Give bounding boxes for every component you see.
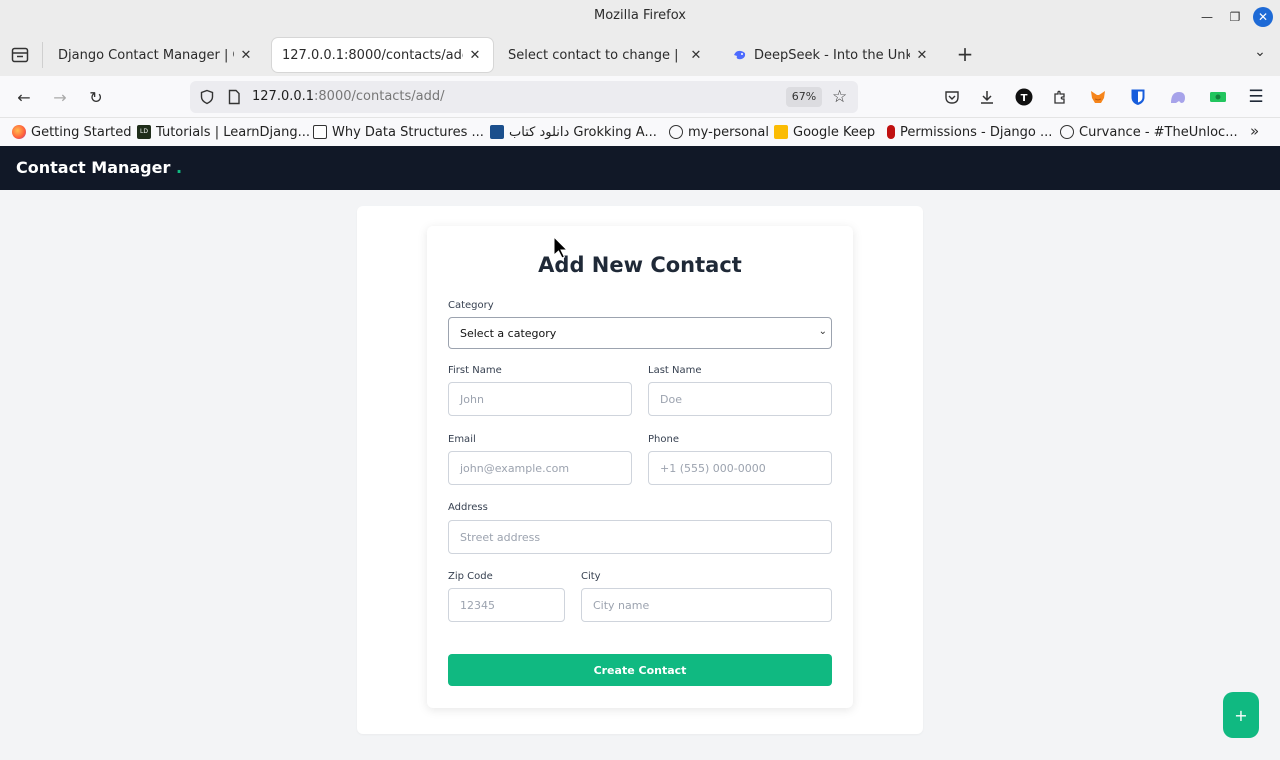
phone-label: Phone <box>648 434 679 445</box>
bookmark-curvance[interactable]: Curvance - #TheUnloc... <box>1060 123 1238 141</box>
svg-text:T: T <box>1021 93 1028 104</box>
city-field[interactable]: City name <box>581 588 832 622</box>
bookmark-grokking[interactable]: دانلود کتاب Grokking A... <box>490 123 657 141</box>
extensions-icon[interactable] <box>1049 86 1071 108</box>
firefox-icon <box>12 125 26 139</box>
close-tab-icon[interactable]: ✕ <box>467 48 483 63</box>
bookmark-label: my-personal <box>688 124 769 140</box>
zip-code-field[interactable]: 12345 <box>448 588 565 622</box>
email-label: Email <box>448 434 476 445</box>
money-extension-icon[interactable] <box>1207 86 1229 108</box>
bookmark-data-structures[interactable]: Why Data Structures ... <box>313 123 484 141</box>
bookmark-label: Tutorials | LearnDjang... <box>156 124 311 140</box>
tab-deepseek[interactable]: DeepSeek - Into the Unknow ✕ <box>722 38 940 72</box>
forward-icon[interactable]: → <box>49 86 71 108</box>
bookmark-label: دانلود کتاب Grokking A... <box>509 124 657 140</box>
tab-label: DeepSeek - Into the Unknow <box>754 47 910 63</box>
email-field[interactable]: john@example.com <box>448 451 632 485</box>
site-header: Contact Manager . <box>0 146 1280 190</box>
bookmark-label: Permissions - Django ... <box>900 124 1053 140</box>
firefox-view-icon[interactable] <box>8 44 32 66</box>
bookmark-my-personal[interactable]: my-personal <box>669 123 769 141</box>
keep-icon <box>774 125 788 139</box>
chevron-down-icon: ⌄ <box>818 326 827 337</box>
close-window-icon[interactable]: ✕ <box>1253 7 1273 27</box>
last-name-field[interactable]: Doe <box>648 382 832 416</box>
brand-text: Contact Manager <box>16 158 171 177</box>
floating-add-button[interactable]: + <box>1223 692 1259 738</box>
window-titlebar: Mozilla Firefox — ❐ ✕ <box>0 0 1280 34</box>
form-title: Add New Contact <box>538 253 742 277</box>
first-name-field[interactable]: John <box>448 382 632 416</box>
city-label: City <box>581 571 601 582</box>
new-tab-icon[interactable]: + <box>954 44 976 66</box>
tab-contacts-add[interactable]: 127.0.0.1:8000/contacts/add/ ✕ <box>272 38 493 72</box>
book-icon <box>490 125 504 139</box>
close-tab-icon[interactable]: ✕ <box>688 48 704 63</box>
tab-divider <box>42 42 43 68</box>
bookmark-getting-started[interactable]: Getting Started <box>12 123 132 141</box>
address-field[interactable]: Street address <box>448 520 832 554</box>
metamask-icon[interactable] <box>1087 86 1109 108</box>
bookmark-star-icon[interactable]: ☆ <box>832 87 847 107</box>
learndjango-icon: LD <box>137 125 151 139</box>
tracking-protection-shield-icon[interactable] <box>199 89 215 105</box>
tab-select-contact[interactable]: Select contact to change | Djang ✕ <box>498 38 714 72</box>
page-icon <box>313 125 327 139</box>
phone-field[interactable]: +1 (555) 000-0000 <box>648 451 832 485</box>
category-label: Category <box>448 300 494 311</box>
ghost-extension-icon[interactable] <box>1167 86 1189 108</box>
bookmark-permissions-django[interactable]: Permissions - Django ... <box>884 123 1052 141</box>
bookmark-label: Why Data Structures ... <box>332 124 484 140</box>
site-brand[interactable]: Contact Manager . <box>16 158 182 177</box>
url-host: 127.0.0.1 <box>252 89 315 104</box>
bitwarden-icon[interactable] <box>1127 86 1149 108</box>
list-all-tabs-icon[interactable]: ⌄ <box>1250 44 1270 64</box>
first-name-label: First Name <box>448 365 502 376</box>
url-bar[interactable]: 127.0.0.1:8000/contacts/add/ 67% ☆ <box>190 81 858 113</box>
page-info-icon[interactable] <box>226 89 242 105</box>
url-text[interactable]: 127.0.0.1:8000/contacts/add/ <box>252 89 445 104</box>
category-selected-value: Select a category <box>460 326 557 340</box>
account-t-icon[interactable]: T <box>1013 86 1035 108</box>
minimize-icon[interactable]: — <box>1197 7 1217 27</box>
tab-django-contact-manager[interactable]: Django Contact Manager | Code ✕ <box>48 38 264 72</box>
zoom-level[interactable]: 67% <box>786 87 822 107</box>
navigation-toolbar: ← → ↻ 127.0.0.1:8000/contacts/add/ 67% ☆… <box>0 76 1280 118</box>
tab-label: 127.0.0.1:8000/contacts/add/ <box>282 47 463 63</box>
close-tab-icon[interactable]: ✕ <box>914 48 930 63</box>
contact-form-card: Add New Contact Category Select a catego… <box>427 226 853 708</box>
django-icon <box>887 125 895 139</box>
tab-label: Select contact to change | Djang <box>508 47 684 63</box>
url-path: :8000/contacts/add/ <box>314 89 445 104</box>
window-title: Mozilla Firefox <box>594 8 686 23</box>
bookmark-google-keep[interactable]: Google Keep <box>774 123 875 141</box>
maximize-icon[interactable]: ❐ <box>1225 7 1245 27</box>
more-bookmarks-chevron-icon[interactable]: » <box>1250 122 1259 140</box>
zip-code-label: Zip Code <box>448 571 493 582</box>
deepseek-icon <box>732 47 748 63</box>
reload-icon[interactable]: ↻ <box>85 86 107 108</box>
tab-label: Django Contact Manager | Code <box>58 47 234 63</box>
mouse-cursor-icon <box>553 235 571 260</box>
brand-dot: . <box>175 158 183 177</box>
pocket-icon[interactable] <box>941 86 963 108</box>
globe-icon <box>669 125 683 139</box>
bookmark-label: Google Keep <box>793 124 876 140</box>
create-contact-button[interactable]: Create Contact <box>448 654 832 686</box>
bookmark-label: Curvance - #TheUnloc... <box>1079 124 1238 140</box>
address-label: Address <box>448 502 488 513</box>
close-tab-icon[interactable]: ✕ <box>238 48 254 63</box>
globe-icon <box>1060 125 1074 139</box>
hamburger-menu-icon[interactable]: ☰ <box>1245 86 1267 108</box>
last-name-label: Last Name <box>648 365 702 376</box>
downloads-icon[interactable] <box>976 86 998 108</box>
bookmark-learndjango[interactable]: LD Tutorials | LearnDjang... <box>137 123 310 141</box>
bookmark-label: Getting Started <box>31 124 132 140</box>
back-icon[interactable]: ← <box>13 86 35 108</box>
category-select[interactable]: Select a category ⌄ <box>448 317 832 349</box>
bookmarks-toolbar: Getting Started LD Tutorials | LearnDjan… <box>0 118 1280 146</box>
